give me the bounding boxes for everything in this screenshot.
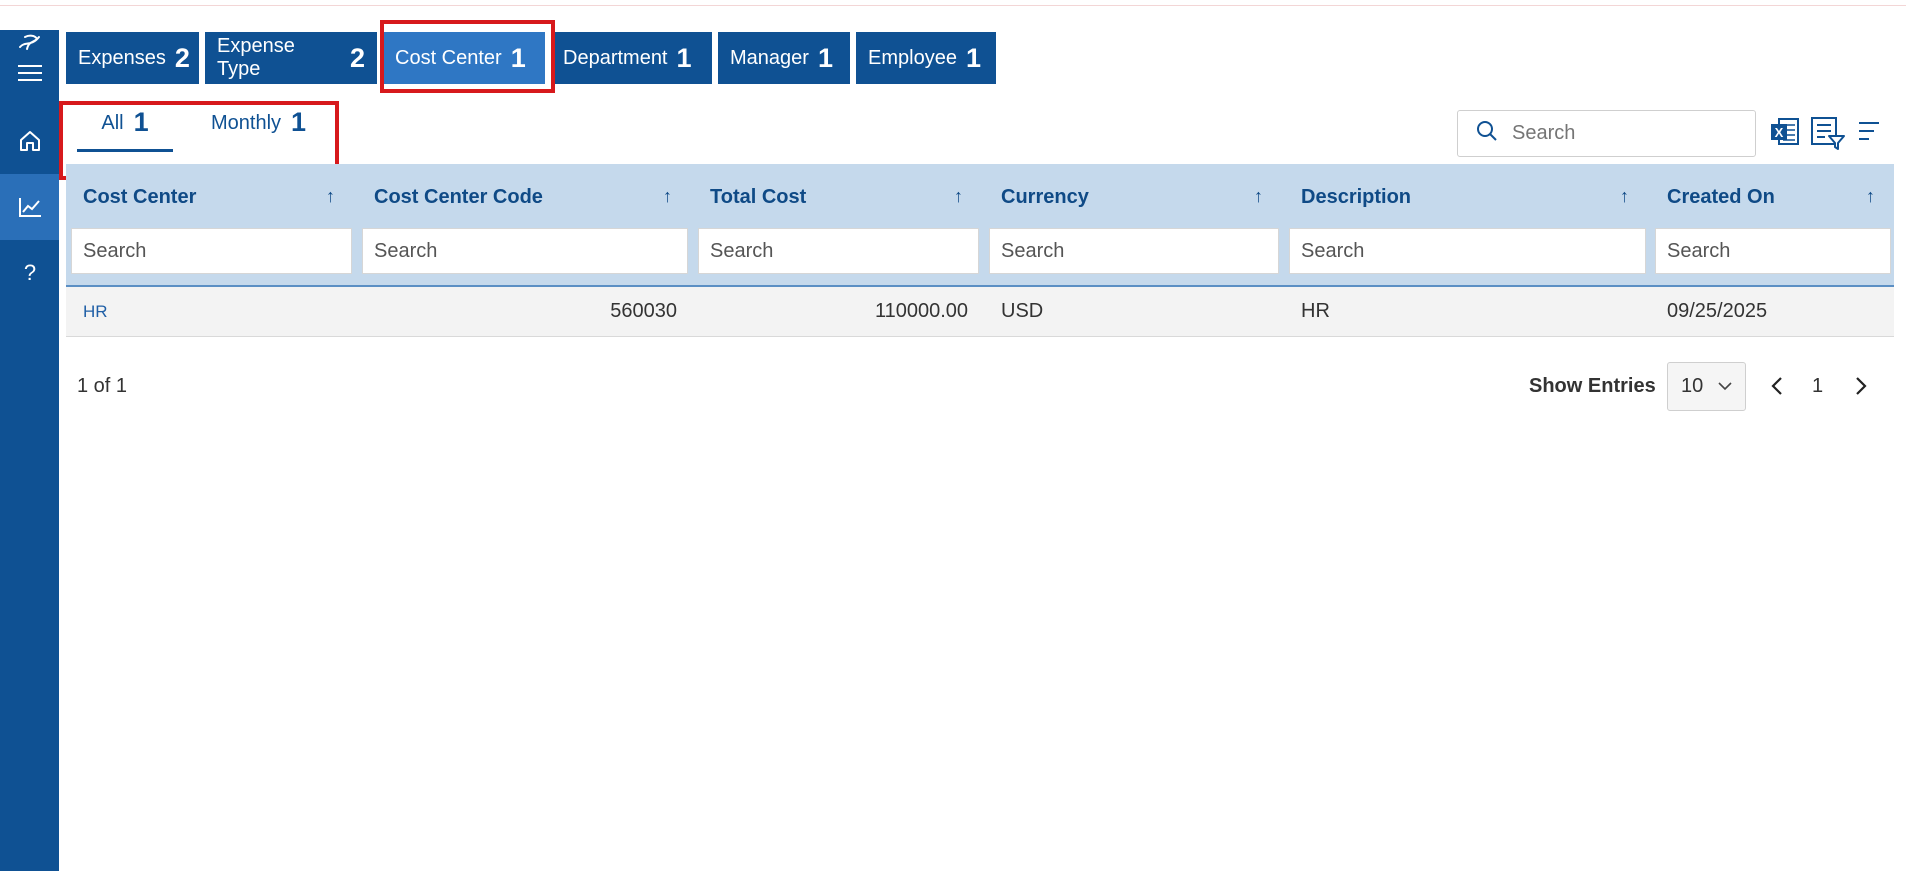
tab-label: Employee — [868, 46, 957, 69]
top-border — [0, 5, 1906, 6]
top-tabs: Expenses 2 Expense Type 2 Cost Center 1 … — [66, 32, 1002, 84]
filter-cost-center-code[interactable] — [362, 228, 688, 274]
column-header-description[interactable]: Description — [1301, 186, 1411, 209]
excel-icon[interactable]: X — [1769, 116, 1801, 153]
tab-manager[interactable]: Manager 1 — [718, 32, 850, 84]
cell-created-on: 09/25/2025 — [1667, 300, 1768, 322]
column-header-created-on[interactable]: Created On — [1667, 186, 1775, 209]
subtab-count: 1 — [133, 107, 149, 137]
cell-total-cost: 110000.00 — [874, 300, 968, 322]
filter-currency[interactable] — [989, 228, 1279, 274]
tab-label: Expenses — [78, 46, 166, 69]
cost-center-grid: Cost Center ↑ Cost Center Code ↑ Total C… — [66, 164, 1894, 337]
tab-employee[interactable]: Employee 1 — [856, 32, 996, 84]
subtab-label: All — [101, 112, 124, 134]
sort-arrow-icon[interactable]: ↑ — [663, 186, 672, 207]
tab-cost-center[interactable]: Cost Center 1 — [383, 32, 545, 84]
chevron-down-icon — [1717, 376, 1733, 402]
cell-description: HR — [1301, 300, 1330, 322]
cell-cost-center-code: 560030 — [610, 300, 677, 322]
tab-expense-type[interactable]: Expense Type 2 — [205, 32, 377, 84]
sort-arrow-icon[interactable]: ↑ — [1254, 186, 1263, 207]
current-page[interactable]: 1 — [1812, 375, 1823, 398]
filter-total-cost[interactable] — [698, 228, 979, 274]
column-header-cost-center-code[interactable]: Cost Center Code — [374, 186, 543, 209]
grid-header: Cost Center ↑ Cost Center Code ↑ Total C… — [66, 164, 1894, 287]
tab-expenses[interactable]: Expenses 2 — [66, 32, 199, 84]
search-icon — [1476, 120, 1498, 147]
show-entries-label: Show Entries — [1529, 375, 1656, 397]
chevron-left-icon[interactable] — [1769, 374, 1785, 403]
sidebar: ? — [0, 30, 59, 871]
chart-icon[interactable] — [0, 174, 59, 240]
search-input[interactable] — [1512, 122, 1742, 145]
entries-value: 10 — [1681, 375, 1704, 397]
column-header-cost-center[interactable]: Cost Center — [83, 186, 196, 209]
filter-description[interactable] — [1289, 228, 1646, 274]
tab-label: Expense Type — [217, 35, 295, 80]
tab-department[interactable]: Department 1 — [551, 32, 712, 84]
sort-arrow-icon[interactable]: ↑ — [1866, 186, 1875, 207]
svg-text:X: X — [1775, 125, 1784, 140]
help-icon[interactable]: ? — [0, 240, 59, 306]
pager-summary: 1 of 1 — [77, 375, 128, 397]
column-header-currency[interactable]: Currency — [1001, 186, 1089, 209]
filter-cost-center[interactable] — [71, 228, 352, 274]
lines-icon[interactable] — [1857, 120, 1881, 147]
home-icon[interactable] — [0, 108, 59, 174]
subtab-label: Monthly — [211, 112, 282, 134]
cell-currency: USD — [1001, 300, 1044, 322]
tab-label: Department — [563, 46, 668, 69]
sort-arrow-icon[interactable]: ↑ — [1620, 186, 1629, 207]
subtab-monthly[interactable]: Monthly 1 — [211, 104, 306, 152]
global-search[interactable] — [1457, 110, 1756, 157]
menu-icon[interactable] — [0, 58, 59, 88]
table-row[interactable]: HR 560030 110000.00 USD HR 09/25/2025 — [66, 287, 1894, 337]
tab-count: 1 — [965, 42, 981, 73]
tab-label: Cost Center — [395, 46, 502, 69]
sort-arrow-icon[interactable]: ↑ — [954, 186, 963, 207]
tab-count: 1 — [510, 42, 526, 73]
tab-count: 1 — [817, 42, 833, 73]
entries-select[interactable]: 10 — [1667, 362, 1746, 411]
tab-count: 1 — [676, 42, 692, 73]
cell-cost-center[interactable]: HR — [83, 302, 108, 322]
tab-label: Manager — [730, 46, 809, 69]
subtab-count: 1 — [291, 107, 307, 137]
svg-text:?: ? — [23, 261, 35, 285]
tab-count: 2 — [174, 42, 190, 73]
subtab-all[interactable]: All 1 — [77, 104, 173, 152]
logo-icon — [0, 32, 59, 56]
filter-list-icon[interactable] — [1810, 116, 1846, 155]
sub-tabs: All 1 Monthly 1 — [77, 104, 306, 152]
tab-count: 2 — [349, 42, 365, 73]
column-header-total-cost[interactable]: Total Cost — [710, 186, 806, 209]
chevron-right-icon[interactable] — [1853, 374, 1869, 403]
filter-created-on[interactable] — [1655, 228, 1891, 274]
sort-arrow-icon[interactable]: ↑ — [326, 186, 335, 207]
